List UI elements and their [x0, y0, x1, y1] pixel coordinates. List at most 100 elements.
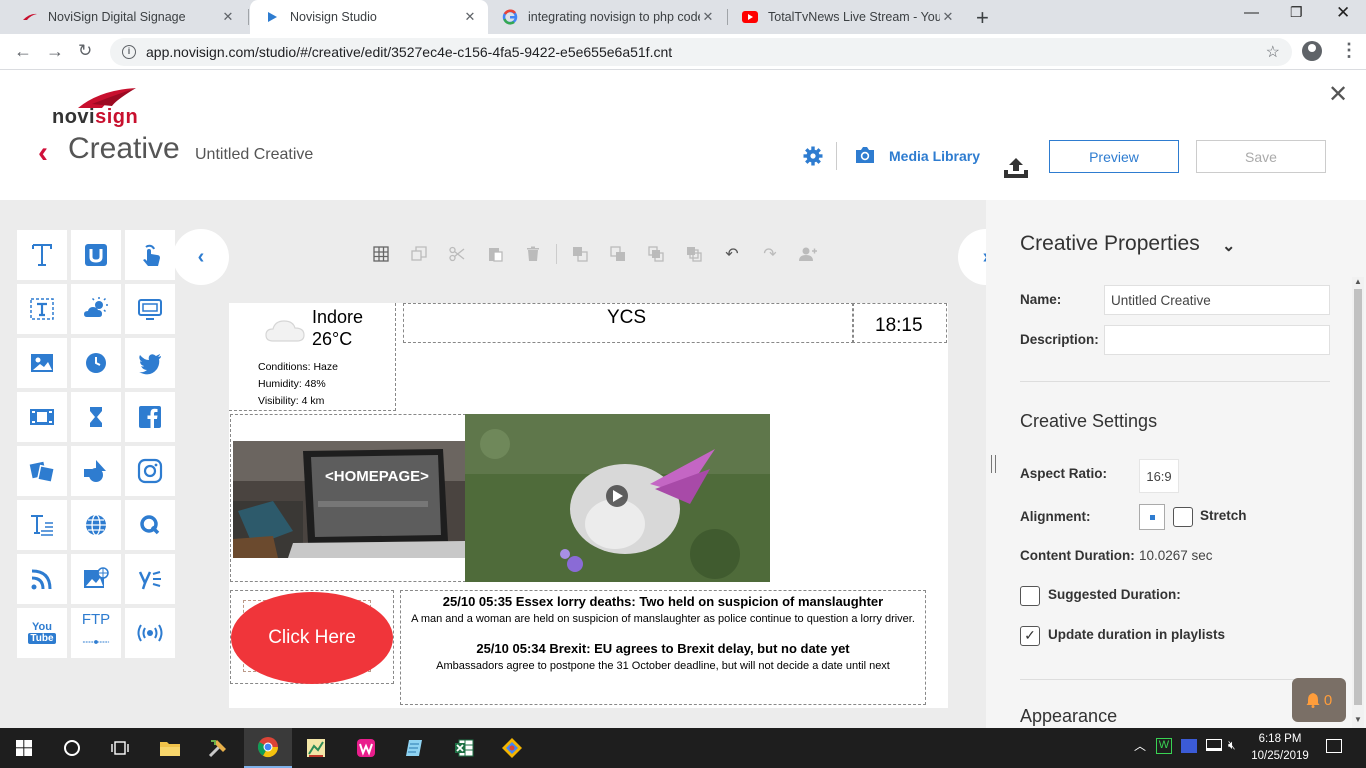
restore-window-button[interactable]: ❐: [1290, 4, 1303, 21]
account-avatar-icon[interactable]: [1302, 41, 1322, 61]
grid-icon[interactable]: [362, 242, 400, 266]
send-to-back-icon[interactable]: [675, 242, 713, 266]
scroll-down-icon[interactable]: ▼: [1354, 715, 1362, 724]
media-library-link[interactable]: Media Library: [889, 148, 980, 164]
video-icon[interactable]: [17, 392, 67, 442]
youtube-icon[interactable]: You Tube: [17, 608, 67, 658]
alignment-picker[interactable]: [1139, 504, 1165, 530]
panel-resize-handle[interactable]: [991, 455, 996, 473]
tab-integrating-novisign[interactable]: integrating novisign to php code ✕: [488, 0, 726, 34]
clock-icon[interactable]: [71, 338, 121, 388]
aspect-ratio-select[interactable]: 16:9: [1139, 459, 1179, 493]
chrome-icon[interactable]: [244, 728, 292, 768]
chevron-down-icon[interactable]: ⌄: [1222, 236, 1235, 256]
camera-icon[interactable]: [854, 146, 876, 164]
web-image-icon[interactable]: [71, 554, 121, 604]
weather-icon[interactable]: [71, 284, 121, 334]
preview-button[interactable]: Preview: [1049, 140, 1179, 173]
scrollbar-thumb[interactable]: [1354, 289, 1362, 705]
suggested-duration-checkbox[interactable]: [1020, 586, 1040, 606]
forward-arrow-icon[interactable]: →: [46, 41, 64, 62]
browser-menu-icon[interactable]: ⋮: [1340, 40, 1358, 61]
send-backward-icon[interactable]: [599, 242, 637, 266]
upload-icon[interactable]: [1002, 156, 1030, 182]
notifications-button[interactable]: 0: [1292, 678, 1346, 722]
close-tab-icon[interactable]: ✕: [220, 9, 236, 25]
tray-app-icon[interactable]: W: [1156, 738, 1172, 754]
bring-to-front-icon[interactable]: [637, 242, 675, 266]
minimize-window-button[interactable]: —: [1244, 4, 1259, 21]
divider: [836, 142, 837, 170]
wamp-icon[interactable]: [342, 728, 390, 768]
info-icon[interactable]: i: [122, 45, 136, 59]
slideshow-icon[interactable]: [17, 446, 67, 496]
rich-text-icon[interactable]: [17, 500, 67, 550]
add-user-icon[interactable]: [789, 242, 827, 266]
scroll-up-icon[interactable]: ▲: [1354, 277, 1362, 286]
text-box-icon[interactable]: [17, 284, 67, 334]
close-tab-icon[interactable]: ✕: [940, 9, 956, 25]
notepad-icon[interactable]: [390, 728, 438, 768]
reload-icon[interactable]: ↻: [78, 41, 92, 61]
search-icon[interactable]: [48, 728, 96, 768]
ticker-tool-icon[interactable]: [71, 230, 121, 280]
screen-icon[interactable]: [125, 284, 175, 334]
update-duration-checkbox[interactable]: ✓: [1020, 626, 1040, 646]
task-view-icon[interactable]: [96, 728, 144, 768]
touch-tool-icon[interactable]: [125, 230, 175, 280]
close-tab-icon[interactable]: ✕: [700, 9, 716, 25]
facebook-icon[interactable]: [125, 392, 175, 442]
video-widget[interactable]: [465, 414, 770, 582]
tab-novisign-studio[interactable]: Novisign Studio ✕: [250, 0, 488, 34]
name-field[interactable]: Untitled Creative: [1104, 285, 1330, 315]
tab-novisign-digital-signage[interactable]: NoviSign Digital Signage ✕: [8, 0, 246, 34]
close-editor-icon[interactable]: ✕: [1328, 80, 1348, 109]
back-chevron-icon[interactable]: ‹: [38, 136, 48, 170]
windows-start-icon[interactable]: [0, 728, 48, 768]
web-page-icon[interactable]: [71, 500, 121, 550]
description-field[interactable]: [1104, 325, 1330, 355]
volume-icon[interactable]: 🔇︎: [1228, 738, 1236, 753]
paste-icon[interactable]: [476, 242, 514, 266]
new-tab-button[interactable]: +: [976, 5, 989, 31]
back-arrow-icon[interactable]: ←: [14, 41, 32, 62]
cut-icon[interactable]: [438, 242, 476, 266]
image-icon[interactable]: [17, 338, 67, 388]
stream-icon[interactable]: [125, 608, 175, 658]
action-center-icon[interactable]: [1326, 739, 1342, 753]
text-tool-icon[interactable]: [17, 230, 67, 280]
chart-app-icon[interactable]: [292, 728, 340, 768]
redo-icon[interactable]: ↷: [751, 242, 789, 266]
close-tab-icon[interactable]: ✕: [462, 9, 478, 25]
address-bar[interactable]: i app.novisign.com/studio/#/creative/edi…: [110, 38, 1292, 66]
tray-flag-icon[interactable]: [1181, 739, 1197, 753]
duplicate-icon[interactable]: [400, 242, 438, 266]
file-explorer-icon[interactable]: [146, 728, 194, 768]
click-here-button[interactable]: Click Here: [231, 592, 393, 684]
yammer-icon[interactable]: [125, 554, 175, 604]
countdown-icon[interactable]: [71, 392, 121, 442]
rss-icon[interactable]: [17, 554, 67, 604]
bookmark-star-icon[interactable]: ☆: [1266, 42, 1280, 62]
shapes-icon[interactable]: [71, 446, 121, 496]
bring-forward-icon[interactable]: [561, 242, 599, 266]
stretch-checkbox[interactable]: [1173, 507, 1193, 527]
collapse-left-chevron-icon[interactable]: ‹: [173, 229, 229, 285]
delete-icon[interactable]: [514, 242, 552, 266]
close-window-button[interactable]: ✕: [1336, 3, 1350, 23]
show-hidden-icons-icon[interactable]: ︿: [1134, 737, 1146, 754]
tools-app-icon[interactable]: [194, 728, 242, 768]
qr-icon[interactable]: [125, 500, 175, 550]
gear-icon[interactable]: [803, 146, 823, 166]
save-button[interactable]: Save: [1196, 140, 1326, 173]
tab-totaltvnews[interactable]: TotalTvNews Live Stream - YouTu ✕: [728, 0, 966, 34]
instagram-icon[interactable]: [125, 446, 175, 496]
twitter-icon[interactable]: [125, 338, 175, 388]
undo-icon[interactable]: ↶: [713, 242, 751, 266]
properties-scrollbar[interactable]: ▲ ▼: [1352, 277, 1364, 728]
app-launcher-icon[interactable]: [488, 728, 536, 768]
excel-icon[interactable]: [440, 728, 488, 768]
network-icon[interactable]: [1206, 739, 1222, 751]
ftp-icon[interactable]: FTP: [71, 608, 121, 658]
system-clock[interactable]: 6:18 PM 10/25/2019: [1250, 731, 1310, 765]
